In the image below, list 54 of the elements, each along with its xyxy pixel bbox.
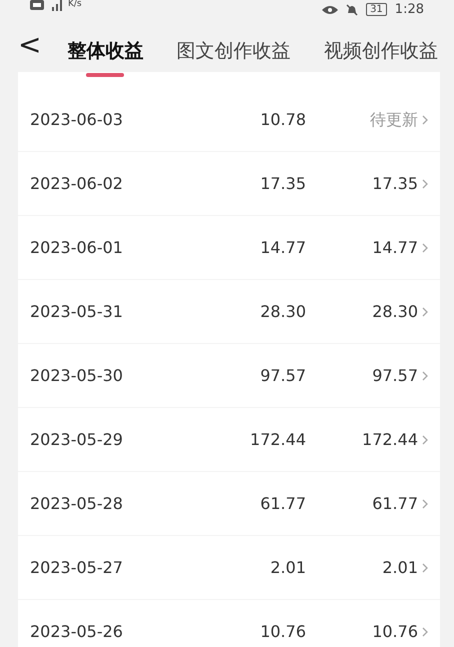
settled-text: 14.77 [372,238,418,256]
chevron-icon [422,498,428,508]
settled-text: 61.77 [372,494,418,512]
chevron-icon [422,562,428,572]
amount-text: 10.78 [259,108,306,130]
amount-text: 28.30 [259,300,306,322]
settled-text: 172.44 [362,430,418,448]
date-text: 2023-05-31 [30,300,124,322]
date-text: 2023-06-03 [30,108,124,130]
earnings-row[interactable]: 2023-05-26 10.76 10.76 [18,600,440,647]
amount-text: 172.44 [249,428,306,450]
chevron-icon [422,626,428,636]
amount-text: 17.35 [259,172,306,194]
settled-text: 10.76 [372,622,418,640]
earnings-row[interactable]: 2023-05-30 97.57 97.57 [18,344,440,408]
date-text: 2023-06-01 [30,236,124,258]
hd-icon [30,0,44,10]
date-text: 2023-05-29 [30,428,124,450]
tab[interactable]: 整体收益 [67,24,144,78]
earnings-row[interactable]: 2023-06-01 14.77 14.77 [18,216,440,280]
amount-text: 61.77 [259,492,306,514]
earnings-row[interactable]: 2023-06-02 17.35 17.35 [18,152,440,216]
settled-text: 待更新 [370,110,418,128]
eye-icon [322,4,338,15]
settled-text: 17.35 [372,174,418,192]
amount-text: 14.77 [259,236,306,258]
clock: 1:28 [394,1,424,19]
earnings-row[interactable]: 2023-05-28 61.77 61.77 [18,472,440,536]
date-text: 2023-06-02 [30,172,124,194]
settled-text: 2.01 [382,558,418,576]
settled-text: 97.57 [372,366,418,384]
chevron-icon [422,114,428,124]
muted-bell-icon [346,4,358,16]
tab[interactable]: 视频创作收益 [324,24,438,78]
chevron-icon [422,242,428,252]
chevron-icon [422,306,428,316]
back-button[interactable]: < [8,31,52,59]
date-text: 2023-05-27 [30,556,124,578]
chevron-icon [422,434,428,444]
amount-text: 10.76 [259,620,306,642]
chevron-icon [422,178,428,188]
amount-text: 97.57 [259,364,306,386]
amount-text: 2.01 [269,556,306,578]
date-text: 2023-05-30 [30,364,124,386]
earnings-row[interactable]: 2023-05-29 172.44 172.44 [18,408,440,472]
earnings-row[interactable]: 2023-05-27 2.01 2.01 [18,536,440,600]
date-text: 2023-05-28 [30,492,124,514]
chevron-icon [422,370,428,380]
settled-text: 28.30 [372,302,418,320]
tab[interactable]: 图文创作收益 [176,24,291,78]
battery-indicator: 31 [366,3,387,16]
date-text: 2023-05-26 [30,620,124,642]
earnings-row[interactable]: 2023-05-31 28.30 28.30 [18,280,440,344]
earnings-row[interactable]: 2023-06-03 10.78 待更新 [18,88,440,152]
